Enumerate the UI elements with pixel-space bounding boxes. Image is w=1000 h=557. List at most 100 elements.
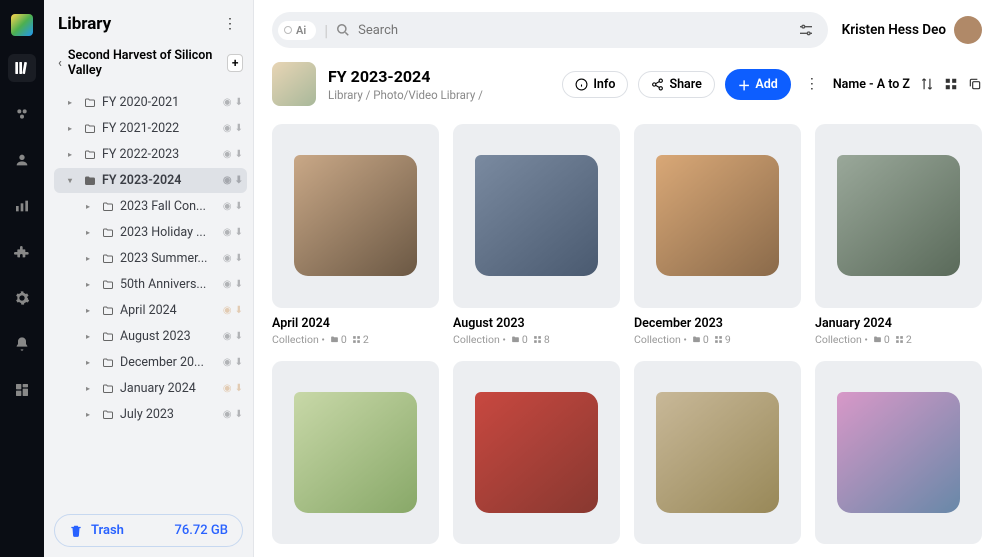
tree-item[interactable]: ▸ July 2023 ◉⬇ [54,402,247,427]
folder-icon [102,383,114,395]
folder-icon [84,123,96,135]
card-meta: Collection •02 [272,333,439,346]
collection-card[interactable] [815,361,982,546]
user-menu[interactable]: Kristen Hess Deo [842,16,982,44]
share-button[interactable]: Share [638,71,714,98]
breadcrumb[interactable]: Library / Photo/Video Library / [328,88,483,102]
chevron-right-icon: ▸ [86,228,96,237]
collection-card[interactable] [634,361,801,546]
grid-view-icon[interactable] [944,77,958,91]
eye-icon: ◉ [223,97,232,108]
collection-card[interactable] [453,361,620,546]
folder-thumbnail [272,62,316,106]
rail-notifications[interactable] [8,330,36,358]
folder-count: 0 [330,333,347,346]
trash-button[interactable]: Trash 76.72 GB [54,514,243,547]
tree-item-actions[interactable]: ◉⬇ [223,253,243,264]
tree-item-actions[interactable]: ◉⬇ [223,227,243,238]
card-thumbnail [815,361,982,545]
tree-item-actions[interactable]: ◉⬇ [223,331,243,342]
eye-icon: ◉ [223,383,232,394]
folder-icon [84,175,96,187]
item-count: 2 [352,333,369,346]
sort-controls: Name - A to Z [833,77,982,92]
tree-item-actions[interactable]: ◉⬇ [223,279,243,290]
collection-card[interactable]: April 2024Collection •02 [272,124,439,347]
rail-user[interactable] [8,146,36,174]
rail-people[interactable] [8,100,36,128]
tree-item-actions[interactable]: ◉⬇ [223,305,243,316]
chevron-right-icon: ▸ [86,202,96,211]
download-icon: ⬇ [235,149,243,160]
tree-item[interactable]: ▸50th Annivers...◉⬇ [54,272,247,297]
tree-item-actions[interactable]: ◉⬇ [223,97,243,108]
chevron-right-icon: ▸ [86,410,96,419]
download-icon: ⬇ [235,279,243,290]
tree-item[interactable]: ▸January 2024◉⬇ [54,376,247,401]
eye-icon: ◉ [223,253,232,264]
tree-item[interactable]: ▸April 2024◉⬇ [54,298,247,323]
copy-view-icon[interactable] [968,77,982,91]
user-avatar [954,16,982,44]
download-icon: ⬇ [235,305,243,316]
tree-item-actions[interactable]: ◉⬇ [223,149,243,160]
tree-item-actions[interactable]: ◉⬇ [223,357,243,368]
collection-card[interactable]: August 2023Collection •08 [453,124,620,347]
header-more-icon[interactable]: ⋮ [801,76,823,92]
rail-analytics[interactable] [8,192,36,220]
page-title: FY 2023-2024 [328,67,483,86]
search-bar[interactable]: Ai | [272,12,828,48]
collection-card[interactable]: January 2024Collection •02 [815,124,982,347]
rail-plugins[interactable] [8,238,36,266]
folder-icon [102,253,114,265]
main-area: Ai | Kristen Hess Deo FY 2023-2024 Libra… [254,0,1000,557]
tree-item[interactable]: ▸FY 2022-2023◉⬇ [54,142,247,167]
tree-item-actions[interactable]: ◉⬇ [223,409,243,420]
search-input[interactable] [358,23,786,38]
tree-item-label: July 2023 [120,407,217,422]
org-row[interactable]: ‹ Second Harvest of Silicon Valley + [44,44,253,86]
add-folder-button[interactable]: + [227,54,243,72]
trash-size: 76.72 GB [175,523,228,538]
tree-item[interactable]: ▾FY 2023-2024◉⬇ [54,168,247,193]
content-grid: April 2024Collection •02August 2023Colle… [254,120,1000,557]
tree-item-label: FY 2023-2024 [102,173,217,188]
add-button[interactable]: ＋Add [725,69,791,100]
eye-icon: ◉ [223,305,232,316]
eye-icon: ◉ [223,201,232,212]
app-logo[interactable] [11,14,33,36]
tree-item[interactable]: ▸2023 Holiday ...◉⬇ [54,220,247,245]
collection-card[interactable] [272,361,439,546]
download-icon: ⬇ [235,331,243,342]
tree-item[interactable]: ▸August 2023◉⬇ [54,324,247,349]
tree-item-actions[interactable]: ◉⬇ [223,201,243,212]
chevron-right-icon: ▸ [68,124,78,133]
folder-icon [102,331,114,343]
tree-item[interactable]: ▸2023 Fall Con...◉⬇ [54,194,247,219]
tree-item[interactable]: ▸December 20...◉⬇ [54,350,247,375]
sidebar-more-icon[interactable]: ⋮ [219,16,241,32]
collection-card[interactable]: December 2023Collection •09 [634,124,801,347]
card-thumbnail [453,124,620,308]
rail-dashboard[interactable] [8,376,36,404]
user-name: Kristen Hess Deo [842,22,946,38]
rail-library[interactable] [8,54,36,82]
tree-item-label: 50th Annivers... [120,277,217,292]
info-button[interactable]: Info [562,71,628,98]
tree-item[interactable]: ▸2023 Summer...◉⬇ [54,246,247,271]
filter-icon[interactable] [794,18,818,42]
tree-item[interactable]: ▸FY 2021-2022◉⬇ [54,116,247,141]
tree-item-actions[interactable]: ◉⬇ [223,123,243,134]
sort-label[interactable]: Name - A to Z [833,77,910,92]
search-icon [336,23,350,37]
tree-item-actions[interactable]: ◉⬇ [223,175,243,186]
folder-icon [102,409,114,421]
download-icon: ⬇ [235,253,243,264]
tree-item[interactable]: ▸FY 2020-2021◉⬇ [54,90,247,115]
card-thumbnail [815,124,982,308]
rail-settings[interactable] [8,284,36,312]
sort-direction-icon[interactable] [920,77,934,91]
ai-toggle[interactable]: Ai [278,21,316,40]
tree-item-actions[interactable]: ◉⬇ [223,383,243,394]
org-name: Second Harvest of Silicon Valley [68,48,222,78]
